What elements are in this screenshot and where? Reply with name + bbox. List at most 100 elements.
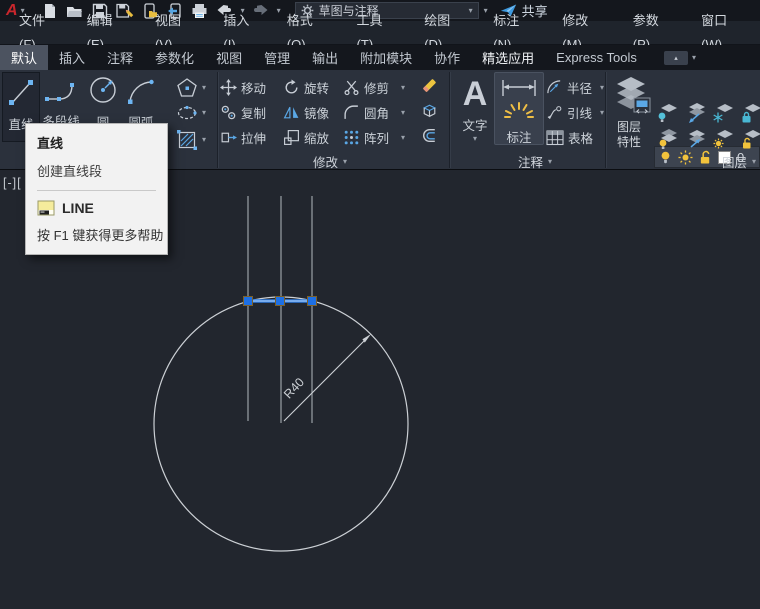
line-icon	[9, 80, 33, 105]
modify-offset-button[interactable]	[420, 126, 439, 150]
annotate-radius-button[interactable]: 半径	[546, 78, 604, 97]
rotate-label: 旋转	[304, 82, 330, 96]
stretch-icon	[221, 132, 237, 143]
layer-freeze-button[interactable]	[711, 102, 735, 129]
tab-insert[interactable]: 插入	[48, 45, 96, 70]
layers-panel-chevron-icon	[752, 158, 756, 166]
fillet-chevron-down-icon	[401, 109, 405, 117]
modify-scale-button[interactable]: 缩放	[283, 128, 329, 147]
radius-label: 半径	[567, 82, 593, 96]
array-icon	[344, 130, 359, 145]
annotate-table-button[interactable]: 表格	[546, 128, 593, 147]
autocad-window: A 草图与注释 共享 文件(F) 编辑(E) 视图(V)	[0, 0, 760, 609]
fillet-label: 圆角	[364, 107, 390, 121]
tab-collaborate[interactable]: 协作	[423, 45, 471, 70]
modify-rotate-button[interactable]: 旋转	[283, 78, 329, 97]
menu-bar: 文件(F) 编辑(E) 视图(V) 插入(I) 格式(O) 工具(T) 绘图(D…	[0, 13, 760, 52]
radius-dimension: R40	[281, 334, 371, 422]
modify-fillet-button[interactable]: 圆角	[343, 103, 405, 122]
array-chevron-down-icon	[401, 134, 405, 142]
table-icon	[546, 129, 564, 145]
modify-panel-chevron-icon	[343, 158, 347, 166]
annotate-dimension-button[interactable]: 标注	[494, 72, 544, 145]
modify-mirror-button[interactable]: 镜像	[283, 103, 329, 122]
rotate-icon	[285, 79, 298, 94]
layer-off-button[interactable]	[655, 102, 679, 129]
tooltip-help-text: 按 F1 键获得更多帮助	[37, 228, 164, 243]
stretch-label: 拉伸	[241, 132, 267, 146]
viewport-controls[interactable]: [-][	[3, 176, 22, 190]
modify-erase-button[interactable]	[420, 76, 439, 100]
tab-output[interactable]: 输出	[301, 45, 349, 70]
layer-unisolate-button[interactable]	[683, 128, 707, 155]
text-label: 文字	[462, 119, 488, 133]
modify-copy-button[interactable]: 复制	[220, 103, 266, 122]
dimension-label: 标注	[506, 131, 532, 145]
ribbon-tab-bar: 默认 插入 注释 参数化 视图 管理 输出 附加模块 协作 精选应用 Expre…	[0, 45, 760, 70]
tab-home[interactable]: 默认	[0, 45, 49, 70]
tab-addins[interactable]: 附加模块	[349, 45, 423, 70]
move-icon	[220, 79, 237, 96]
trim-scissors-icon	[344, 80, 359, 96]
trim-chevron-down-icon	[401, 84, 405, 92]
layer-lock-button[interactable]	[739, 102, 760, 129]
layer-unlock-button[interactable]	[739, 128, 760, 155]
layer-on-button[interactable]	[655, 128, 679, 155]
modify-array-button[interactable]: 阵列	[343, 128, 405, 147]
tooltip-title: 直线	[37, 136, 64, 151]
layer-properties-button[interactable]	[612, 74, 652, 123]
modify-trim-button[interactable]: 修剪	[343, 78, 405, 97]
tab-annotate[interactable]: 注释	[96, 45, 144, 70]
trim-label: 修剪	[364, 82, 390, 96]
mirror-label: 镜像	[304, 107, 330, 121]
modify-stretch-button[interactable]: 拉伸	[220, 128, 266, 147]
radius-dimension-text: R40	[281, 375, 307, 401]
tab-parametric[interactable]: 参数化	[144, 45, 205, 70]
command-window-icon	[37, 200, 55, 216]
offset-icon	[423, 129, 435, 142]
hatch-icon	[177, 130, 197, 150]
tooltip-command: LINE	[62, 200, 94, 216]
tab-view[interactable]: 视图	[205, 45, 253, 70]
ribbon-collapse-icon	[663, 50, 688, 65]
tab-featured-apps[interactable]: 精选应用	[471, 45, 545, 70]
annotate-panel-chevron-icon	[548, 158, 552, 166]
table-label: 表格	[568, 132, 594, 146]
modify-explode-button[interactable]	[420, 101, 439, 125]
circle-icon	[90, 77, 116, 103]
scale-icon	[284, 130, 299, 145]
explode-box-icon	[422, 104, 437, 118]
copy-label: 复制	[241, 107, 267, 121]
scale-label: 缩放	[304, 132, 330, 146]
panel-label-modify[interactable]: 修改	[313, 152, 347, 171]
grip-endpoint-left	[243, 296, 253, 306]
line-tooltip: 直线 创建直线段 LINE 按 F1 键获得更多帮助	[25, 123, 168, 255]
layer-thaw-button[interactable]	[711, 128, 735, 155]
modify-move-button[interactable]: 移动	[220, 78, 266, 97]
fillet-icon	[344, 105, 358, 119]
erase-icon	[423, 79, 436, 92]
copy-icon	[221, 105, 236, 120]
annotate-text-button[interactable]: A 文字	[456, 74, 494, 143]
hatch-chevron-down-icon	[202, 136, 206, 144]
polygon-chevron-down-icon	[202, 84, 206, 92]
ribbon-collapse-button[interactable]	[663, 45, 696, 70]
annotate-leader-button[interactable]: 引线	[546, 103, 604, 122]
text-chevron-down-icon	[456, 135, 494, 143]
polygon-icon	[177, 78, 197, 97]
move-label: 移动	[241, 82, 267, 96]
tab-express-tools[interactable]: Express Tools	[545, 45, 648, 70]
leader-label: 引线	[567, 107, 593, 121]
polyline-icon	[45, 83, 74, 101]
draw-hatch-button[interactable]	[176, 129, 206, 151]
grip-endpoint-right	[307, 296, 317, 306]
tab-manage[interactable]: 管理	[253, 45, 301, 70]
ellipse-chevron-down-icon	[202, 109, 206, 117]
panel-label-annotate[interactable]: 注释	[518, 152, 552, 171]
panel-separator	[217, 72, 218, 168]
draw-polygon-button[interactable]	[176, 77, 206, 99]
draw-ellipse-button[interactable]	[176, 104, 206, 122]
panel-label-layers[interactable]: 图层	[722, 152, 756, 171]
tooltip-divider	[37, 190, 156, 191]
layer-isolate-button[interactable]	[683, 102, 707, 129]
